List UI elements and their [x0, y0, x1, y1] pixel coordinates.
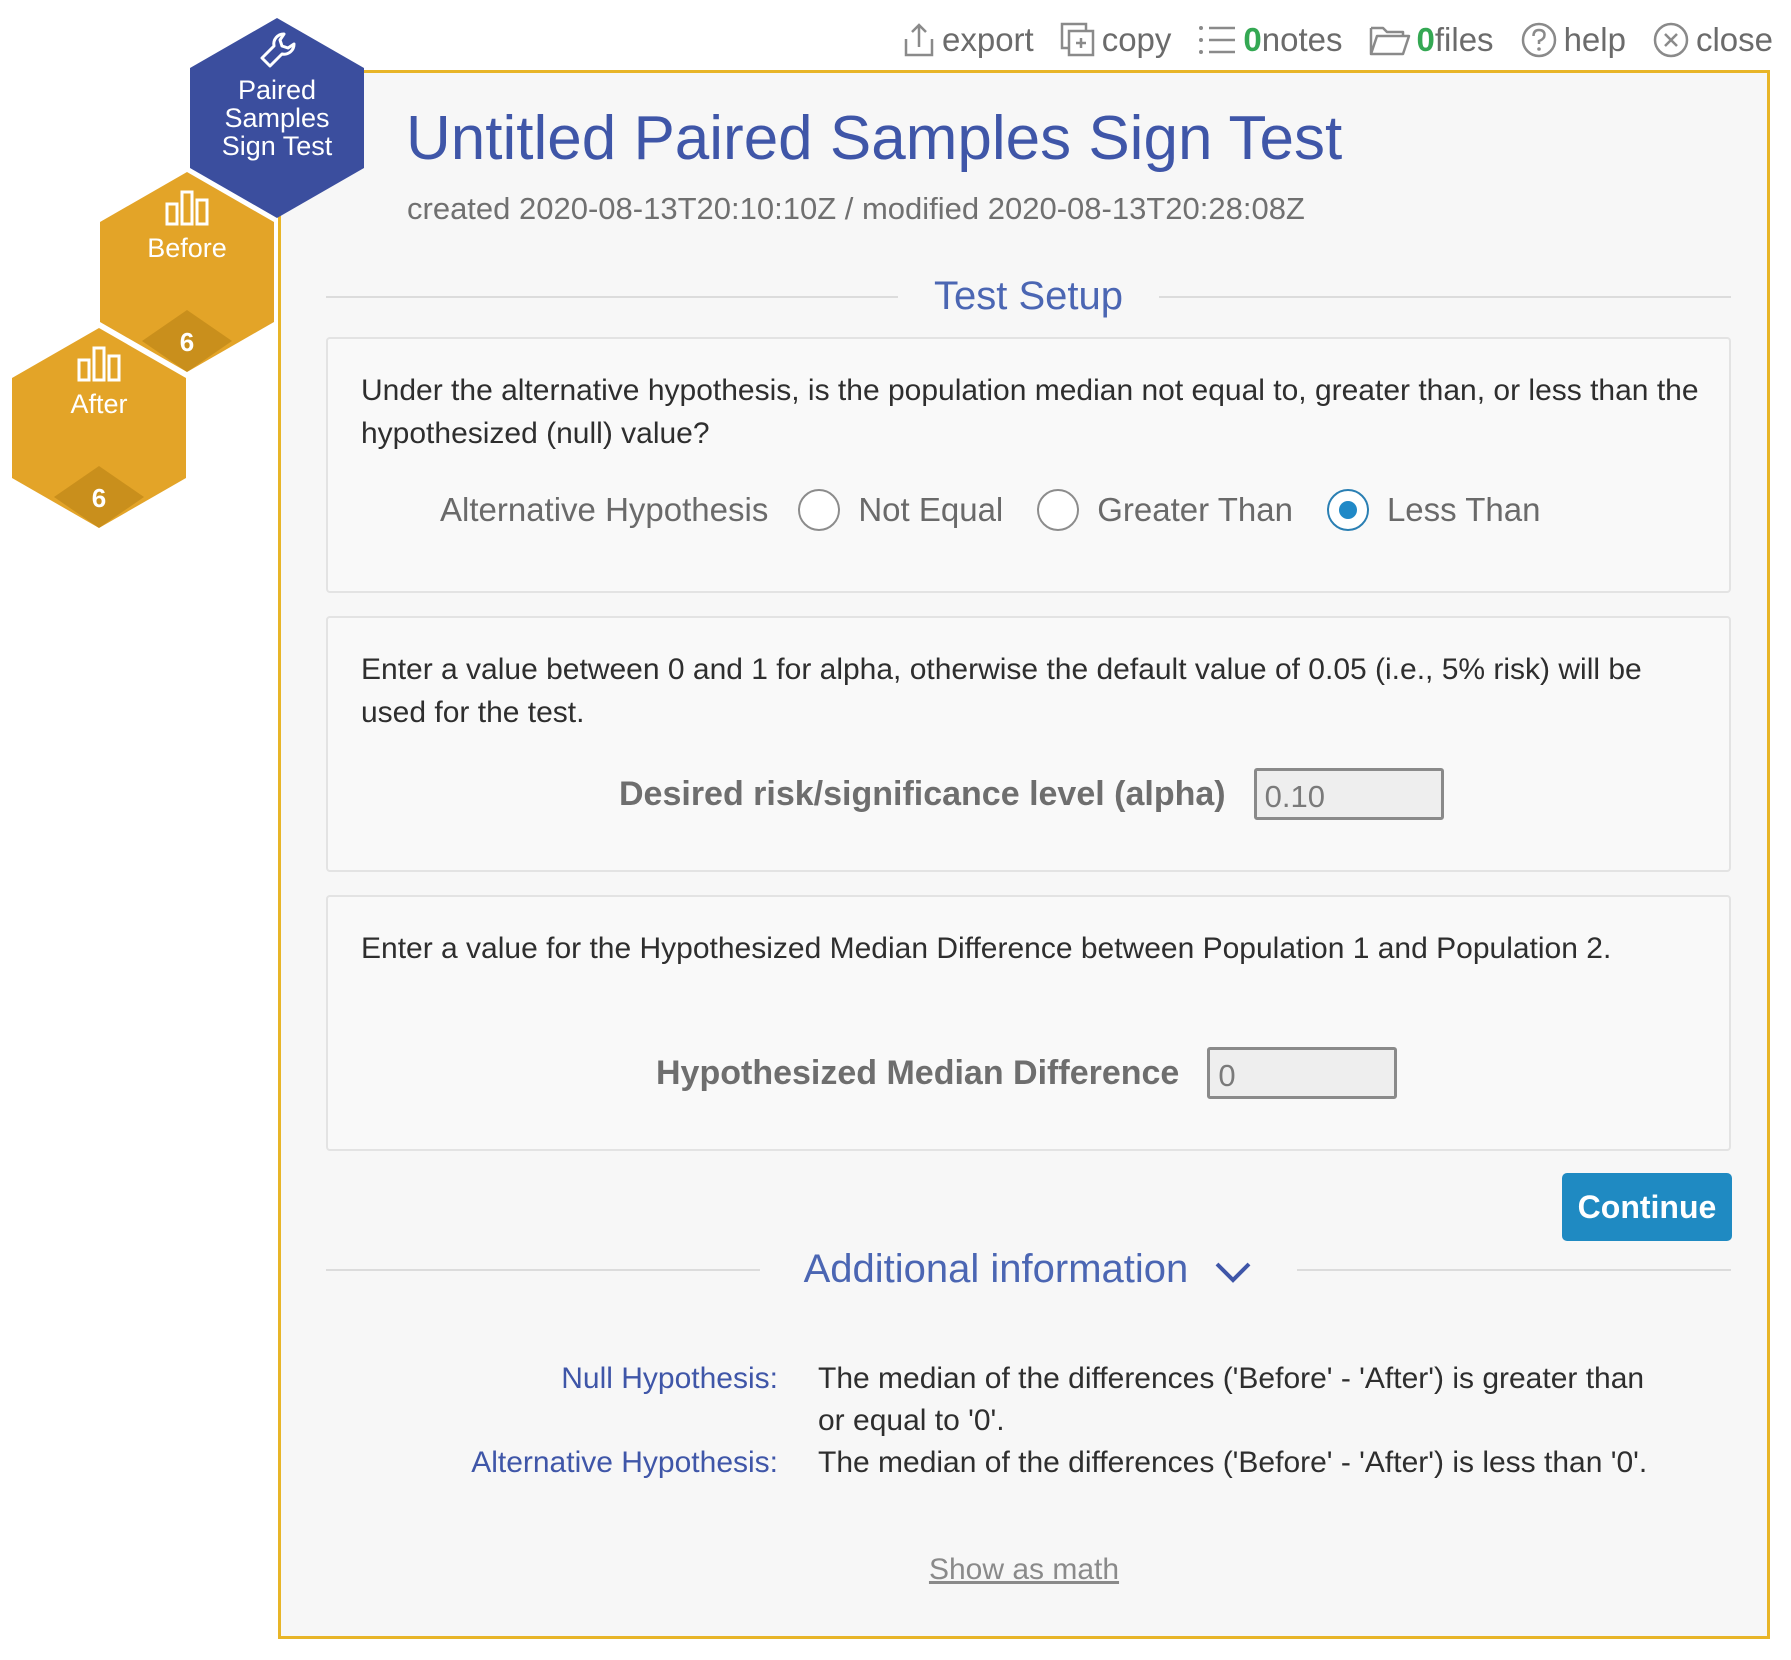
test-setup-header: Test Setup [326, 266, 1731, 326]
before-label: Before [147, 233, 227, 263]
files-count: 0 [1416, 21, 1435, 58]
close-label: close [1695, 21, 1773, 58]
alpha-field-row: Desired risk/significance level (alpha) [619, 768, 1444, 820]
before-node[interactable]: Before 6 [100, 172, 274, 372]
median-card: Enter a value for the Hypothesized Media… [326, 895, 1731, 1151]
alpha-input[interactable] [1253, 768, 1444, 820]
radio-label: Not Equal [858, 491, 1004, 528]
alternative-hypothesis-text: The median of the differences ('Before' … [818, 1446, 1648, 1479]
alternative-hypothesis-summary-label: Alternative Hypothesis: [471, 1446, 778, 1479]
after-label: After [70, 389, 128, 419]
alternative-hypothesis-group: Alternative Hypothesis Not Equal Greater… [440, 489, 1574, 531]
hypothesis-card: Under the alternative hypothesis, is the… [326, 337, 1731, 593]
radio-circle[interactable] [1037, 489, 1080, 531]
close-button[interactable]: close [1652, 21, 1773, 59]
copy-button[interactable]: copy [1060, 21, 1172, 59]
main-panel: Untitled Paired Samples Sign Test create… [278, 70, 1770, 1639]
alternative-hypothesis-row: Alternative Hypothesis: The median of th… [326, 1442, 1706, 1484]
alpha-label: Desired risk/significance level (alpha) [619, 774, 1226, 813]
bar-chart-icon [165, 190, 209, 226]
notes-button[interactable]: 0notes [1197, 21, 1343, 59]
export-icon [902, 21, 936, 59]
notes-count: 0 [1243, 21, 1262, 58]
help-label: help [1563, 21, 1626, 58]
alpha-description: Enter a value between 0 and 1 for alpha,… [361, 653, 1642, 729]
tool-label-line3: Sign Test [221, 131, 333, 161]
help-icon [1520, 21, 1558, 59]
median-field-row: Hypothesized Median Difference [656, 1047, 1398, 1099]
radio-not-equal[interactable]: Not Equal [798, 489, 1003, 531]
export-label: export [941, 21, 1034, 58]
list-icon [1197, 24, 1237, 56]
files-button[interactable]: 0files [1369, 21, 1494, 59]
additional-info-heading: Additional information [803, 1247, 1189, 1291]
alpha-card: Enter a value between 0 and 1 for alpha,… [326, 616, 1731, 872]
help-button[interactable]: help [1520, 21, 1626, 59]
median-input[interactable] [1207, 1047, 1398, 1099]
page-title: Untitled Paired Samples Sign Test [406, 104, 1343, 173]
toolbar: export copy 0notes 0files help close [820, 16, 1773, 64]
continue-button[interactable]: Continue [1562, 1173, 1732, 1241]
radio-label: Greater Than [1097, 491, 1293, 528]
radio-label: Less Than [1386, 491, 1541, 528]
after-node[interactable]: After 6 [12, 328, 186, 528]
median-description: Enter a value for the Hypothesized Media… [361, 932, 1612, 965]
files-label: files [1434, 21, 1494, 58]
chevron-down-icon [1213, 1241, 1253, 1301]
tool-label-line2: Samples [224, 103, 330, 133]
timestamps: created 2020-08-13T20:10:10Z / modified … [407, 191, 1305, 226]
radio-less-than[interactable]: Less Than [1326, 489, 1541, 531]
null-hypothesis-text: The median of the differences ('Before' … [818, 1362, 1645, 1437]
additional-info-header[interactable]: Additional information [326, 1239, 1731, 1299]
close-icon [1652, 21, 1690, 59]
copy-label: copy [1101, 21, 1172, 58]
hypothesis-summary: Null Hypothesis: The median of the diffe… [326, 1358, 1706, 1484]
after-count: 6 [91, 483, 107, 513]
alternative-hypothesis-label: Alternative Hypothesis [440, 491, 769, 528]
hypothesis-description: Under the alternative hypothesis, is the… [361, 374, 1699, 450]
radio-greater-than[interactable]: Greater Than [1037, 489, 1293, 531]
show-as-math-link[interactable]: Show as math [281, 1553, 1767, 1587]
wrench-icon [260, 32, 296, 68]
additional-info-toggle[interactable]: Additional information [326, 1239, 1731, 1301]
null-hypothesis-row: Null Hypothesis: The median of the diffe… [326, 1358, 1706, 1442]
folder-icon [1369, 24, 1411, 56]
bar-chart-icon [77, 346, 121, 382]
tool-label-line1: Paired [237, 75, 317, 105]
null-hypothesis-label: Null Hypothesis: [561, 1362, 778, 1395]
test-setup-heading: Test Setup [933, 274, 1123, 318]
median-label: Hypothesized Median Difference [656, 1053, 1180, 1092]
notes-label: notes [1261, 21, 1343, 58]
radio-circle-selected[interactable] [1326, 489, 1369, 531]
radio-circle[interactable] [798, 489, 841, 531]
copy-icon [1060, 22, 1096, 58]
export-button[interactable]: export [902, 21, 1034, 59]
